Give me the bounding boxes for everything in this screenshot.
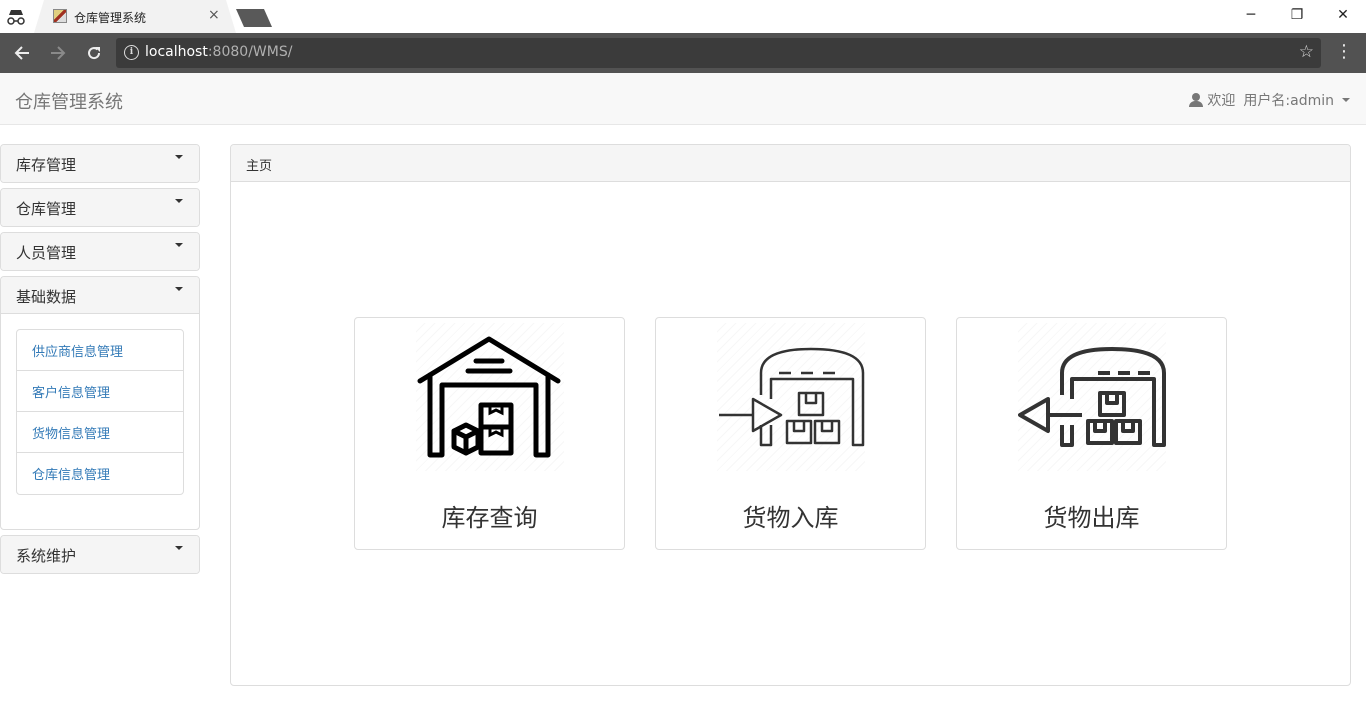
sidebar-heading-personnel[interactable]: 人员管理 [1, 233, 199, 270]
reload-icon[interactable] [81, 40, 107, 66]
browser-tab[interactable]: 仓库管理系统 × [34, 0, 236, 33]
restore-button[interactable]: ❐ [1274, 0, 1320, 30]
card-label: 货物入库 [742, 504, 839, 532]
sidebar-item-label: 人员管理 [16, 244, 77, 262]
new-tab-button[interactable] [236, 9, 272, 27]
sidebar-item-inventory[interactable]: 库存管理 [0, 144, 200, 183]
card-stock-in[interactable]: 货物入库 [655, 317, 926, 550]
sidebar-item-label: 库存管理 [16, 156, 77, 174]
sidebar-item-system[interactable]: 系统维护 [0, 535, 200, 574]
username-text: 用户名:admin [1243, 93, 1334, 109]
bookmark-star-icon[interactable]: ☆ [1299, 42, 1314, 62]
close-window-button[interactable]: ✕ [1320, 0, 1366, 30]
stock-out-icon [1018, 323, 1166, 471]
back-arrow-icon[interactable] [9, 40, 35, 66]
sidebar-item-label: 仓库管理 [16, 200, 77, 218]
submenu-item-goods[interactable]: 货物信息管理 [17, 412, 183, 453]
sidebar-heading-basic-data[interactable]: 基础数据 [1, 277, 199, 314]
browser-menu-icon[interactable]: ⋮ [1334, 41, 1354, 65]
forward-arrow-icon[interactable] [45, 40, 71, 66]
address-bar[interactable]: i localhost:8080/WMS/ ☆ [116, 38, 1321, 68]
sidebar-submenu: 供应商信息管理 客户信息管理 货物信息管理 仓库信息管理 [1, 314, 199, 529]
card-label: 货物出库 [1043, 504, 1140, 532]
submenu-item-repository[interactable]: 仓库信息管理 [17, 453, 183, 494]
user-menu[interactable]: 欢迎 用户名:admin [1189, 90, 1350, 110]
breadcrumb: 主页 [231, 145, 1350, 182]
caret-down-icon [175, 155, 183, 159]
window-controls: ─ ❐ ✕ [1228, 0, 1366, 30]
tab-close-icon[interactable]: × [208, 7, 220, 23]
sidebar: 库存管理 仓库管理 人员管理 基础数据 供应商信息管理 客户信息管理 货物信息管… [0, 144, 200, 579]
card-stock-query[interactable]: 库存查询 [354, 317, 625, 550]
sidebar-heading-system[interactable]: 系统维护 [1, 536, 199, 573]
sidebar-heading-inventory[interactable]: 库存管理 [1, 145, 199, 182]
url-text: localhost:8080/WMS/ [145, 44, 293, 60]
stock-in-icon [717, 323, 865, 471]
info-icon[interactable]: i [124, 45, 139, 60]
sidebar-item-personnel[interactable]: 人员管理 [0, 232, 200, 271]
incognito-icon [7, 10, 25, 25]
warehouse-icon [416, 323, 564, 471]
submenu-item-customer[interactable]: 客户信息管理 [17, 371, 183, 412]
sidebar-heading-warehouse[interactable]: 仓库管理 [1, 189, 199, 226]
brand-title[interactable]: 仓库管理系统 [15, 88, 123, 114]
minimize-button[interactable]: ─ [1228, 0, 1274, 30]
tab-title: 仓库管理系统 [74, 11, 147, 25]
main-panel: 主页 库存查询 货物入库 货物出库 [230, 144, 1351, 686]
browser-tab-strip: 仓库管理系统 × ─ ❐ ✕ [0, 0, 1366, 33]
user-icon [1189, 93, 1204, 107]
sidebar-item-label: 基础数据 [16, 288, 77, 306]
card-label: 库存查询 [441, 504, 538, 532]
browser-toolbar: i localhost:8080/WMS/ ☆ ⋮ [0, 33, 1366, 73]
welcome-text: 欢迎 [1207, 93, 1236, 109]
caret-down-icon [175, 243, 183, 247]
sidebar-item-basic-data[interactable]: 基础数据 供应商信息管理 客户信息管理 货物信息管理 仓库信息管理 [0, 276, 200, 530]
caret-down-icon [175, 287, 183, 291]
app-navbar: 仓库管理系统 欢迎 用户名:admin [0, 73, 1366, 125]
favicon-icon [53, 9, 67, 23]
sidebar-item-warehouse[interactable]: 仓库管理 [0, 188, 200, 227]
chevron-down-icon [1342, 98, 1350, 102]
submenu-item-supplier[interactable]: 供应商信息管理 [17, 330, 183, 371]
card-stock-out[interactable]: 货物出库 [956, 317, 1227, 550]
submenu-list: 供应商信息管理 客户信息管理 货物信息管理 仓库信息管理 [16, 329, 184, 495]
caret-down-icon [175, 199, 183, 203]
sidebar-item-label: 系统维护 [16, 547, 77, 565]
caret-down-icon [175, 546, 183, 550]
